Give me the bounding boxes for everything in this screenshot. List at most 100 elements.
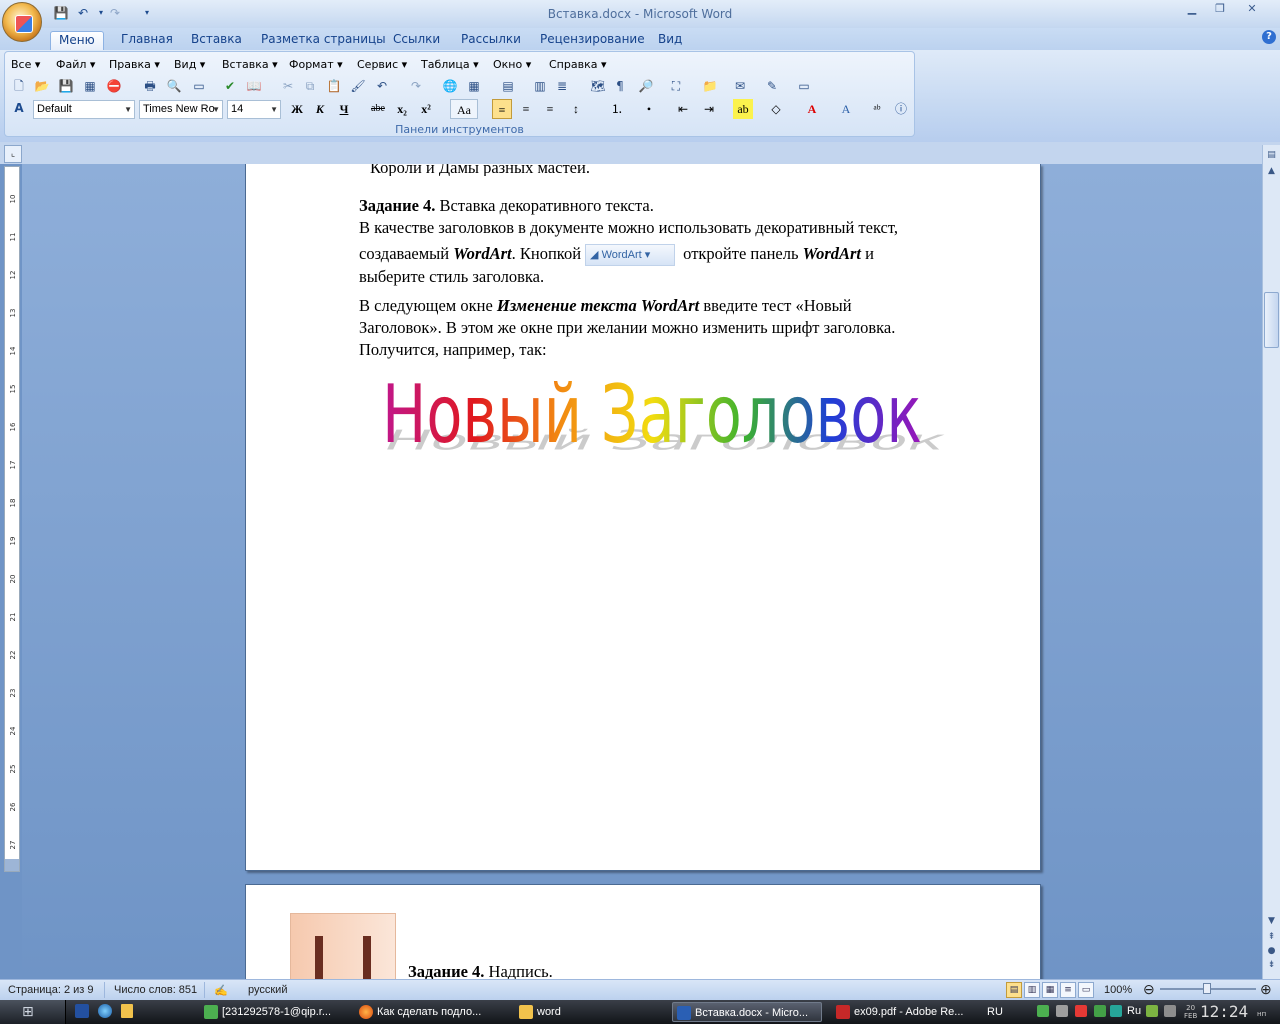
select-browse-object-icon[interactable]: ● — [1264, 944, 1279, 958]
font-size-combo[interactable]: 14 ▼ — [227, 100, 281, 119]
browser-quicklaunch-icon[interactable] — [98, 1004, 112, 1018]
tray-icon[interactable] — [1056, 1005, 1068, 1017]
menu-edit[interactable]: Правка ▾ — [109, 58, 160, 72]
underline-button[interactable]: Ч — [334, 99, 354, 119]
vertical-ruler[interactable]: 10 11 12 13 14 15 16 17 18 19 20 21 22 23 24 25 26 27 — [4, 166, 20, 872]
office-button[interactable] — [2, 2, 42, 42]
language-indicator[interactable]: RU — [987, 1002, 1003, 1022]
document-map-icon[interactable]: 🗺 — [589, 77, 607, 95]
tab-review[interactable]: Рецензирование — [532, 31, 653, 50]
print-preview-icon[interactable]: 🔍 — [165, 77, 183, 95]
proofing-icon[interactable]: ✍ — [214, 984, 228, 997]
redo-icon[interactable]: ↷ — [106, 5, 124, 21]
subscript-button[interactable]: x₂ — [392, 99, 412, 119]
menu-table[interactable]: Таблица ▾ — [421, 58, 479, 72]
menu-tools[interactable]: Сервис ▾ — [357, 58, 407, 72]
print-layout-view-icon[interactable]: ▤ — [1006, 982, 1022, 998]
highlight-button[interactable]: ab — [733, 99, 753, 119]
restore-icon[interactable]: ❐ — [1208, 2, 1232, 18]
hyperlink-icon[interactable]: 🌐 — [441, 77, 459, 95]
research-icon[interactable]: 📖 — [245, 77, 263, 95]
close-icon[interactable]: ✕ — [1240, 2, 1264, 18]
wordart-image[interactable]: Новый Заголовок Новый Заголовок — [352, 362, 952, 458]
clock[interactable]: 12:24 — [1200, 1002, 1248, 1022]
style-combo[interactable]: Default ▼ — [33, 100, 135, 119]
redo-icon[interactable]: ↷ — [407, 77, 425, 95]
previous-page-icon[interactable]: ⇞ — [1264, 930, 1279, 944]
table-icon[interactable]: ▦ — [465, 77, 483, 95]
superscript-button[interactable]: x² — [416, 99, 436, 119]
taskbar-item-folder[interactable]: word — [515, 1002, 665, 1022]
tray-icon[interactable] — [1094, 1005, 1106, 1017]
zoom-level[interactable]: 100% — [1104, 984, 1132, 996]
folder-icon[interactable]: 📁 — [701, 77, 719, 95]
language[interactable]: русский — [248, 984, 287, 996]
zoom-slider-knob[interactable] — [1203, 983, 1211, 994]
tray-icon[interactable] — [1146, 1005, 1158, 1017]
cut-icon[interactable]: ✂ — [279, 77, 297, 95]
permission-icon[interactable]: ⛔ — [105, 77, 123, 95]
tab-mailings[interactable]: Рассылки — [453, 31, 529, 50]
styles-pane-icon[interactable]: A — [10, 99, 28, 117]
copy-icon[interactable]: ⧉ — [301, 77, 319, 95]
line-spacing-button[interactable]: ↕ — [566, 99, 586, 119]
taskbar-item-acrobat[interactable]: ex09.pdf - Adobe Re... — [832, 1002, 982, 1022]
align-left-button[interactable]: ≡ — [492, 99, 512, 119]
undo-icon[interactable]: ↶ — [74, 5, 92, 21]
italic-button[interactable]: К — [310, 99, 330, 119]
zoom-in-icon[interactable]: ⊕ — [1260, 981, 1272, 998]
ruler-toggle-icon[interactable]: ▤ — [1264, 148, 1279, 162]
decrease-indent-button[interactable]: ⇤ — [673, 99, 693, 119]
full-screen-icon[interactable]: ⛶ — [667, 77, 685, 95]
columns-icon[interactable]: ▥ — [531, 77, 549, 95]
help-circle-icon[interactable]: ⓘ — [891, 99, 911, 119]
tab-insert[interactable]: Вставка — [183, 31, 250, 50]
taskbar-item-firefox[interactable]: Как сделать подло... — [355, 1002, 510, 1022]
paste-icon[interactable]: 📋 — [325, 77, 343, 95]
zoom-icon[interactable]: 🔎 — [637, 77, 655, 95]
align-center-button[interactable]: ≡ — [516, 99, 536, 119]
menu-file[interactable]: Файл ▾ — [56, 58, 95, 72]
menu-view[interactable]: Вид ▾ — [174, 58, 205, 72]
view-mode-icon[interactable]: ▭ — [190, 77, 208, 95]
reading-view-icon[interactable]: ▥ — [1024, 982, 1040, 998]
bullets-button[interactable]: • — [639, 99, 659, 119]
minimize-icon[interactable]: ▁ — [1180, 2, 1204, 18]
save-all-icon[interactable]: ▦ — [81, 77, 99, 95]
menu-insert[interactable]: Вставка ▾ — [222, 58, 278, 72]
spell-icon[interactable]: ᵃᵇ — [867, 99, 887, 119]
save-icon[interactable]: 💾 — [52, 5, 70, 21]
new-document-icon[interactable]: 🗋 — [10, 77, 28, 95]
drawing-icon[interactable]: ≣ — [553, 77, 571, 95]
format-painter-icon[interactable]: 🖌 — [349, 77, 367, 95]
vertical-scrollbar[interactable] — [1262, 145, 1280, 979]
undo-icon[interactable]: ↶ — [373, 77, 391, 95]
numbering-button[interactable]: ⒈ — [607, 99, 627, 119]
taskbar-item-word[interactable]: Вставка.docx - Micro... — [672, 1002, 822, 1022]
draft-view-icon[interactable]: ▭ — [1078, 982, 1094, 998]
menu-format[interactable]: Формат ▾ — [289, 58, 343, 72]
tab-selector[interactable]: ⌞ — [4, 145, 22, 163]
change-case-button[interactable]: Aa — [450, 99, 478, 119]
tray-icon[interactable] — [1110, 1005, 1122, 1017]
bold-button[interactable]: Ж — [287, 99, 307, 119]
menu-window[interactable]: Окно ▾ — [493, 58, 531, 72]
scroll-thumb[interactable] — [1264, 292, 1279, 348]
tab-page-layout[interactable]: Разметка страницы — [253, 31, 394, 50]
scroll-down-icon[interactable]: ▼ — [1264, 914, 1279, 928]
show-formatting-icon[interactable]: ¶ — [611, 77, 629, 95]
more-icon[interactable]: ▭ — [795, 77, 813, 95]
word-count[interactable]: Число слов: 851 — [114, 984, 197, 996]
menu-help[interactable]: Справка ▾ — [549, 58, 607, 72]
outline-view-icon[interactable]: ≡ — [1060, 982, 1076, 998]
save-icon[interactable]: 💾 — [57, 77, 75, 95]
envelope-icon[interactable]: ✉ — [731, 77, 749, 95]
taskbar-item-qip[interactable]: [231292578-1@qip.r... — [200, 1002, 350, 1022]
folder-quicklaunch-icon[interactable] — [121, 1004, 133, 1018]
increase-indent-button[interactable]: ⇥ — [699, 99, 719, 119]
tray-icon[interactable] — [1037, 1005, 1049, 1017]
align-right-button[interactable]: ≡ — [540, 99, 560, 119]
text-effects-button[interactable]: A — [836, 99, 856, 119]
tab-home[interactable]: Главная — [113, 31, 181, 50]
tray-icon[interactable] — [1164, 1005, 1176, 1017]
